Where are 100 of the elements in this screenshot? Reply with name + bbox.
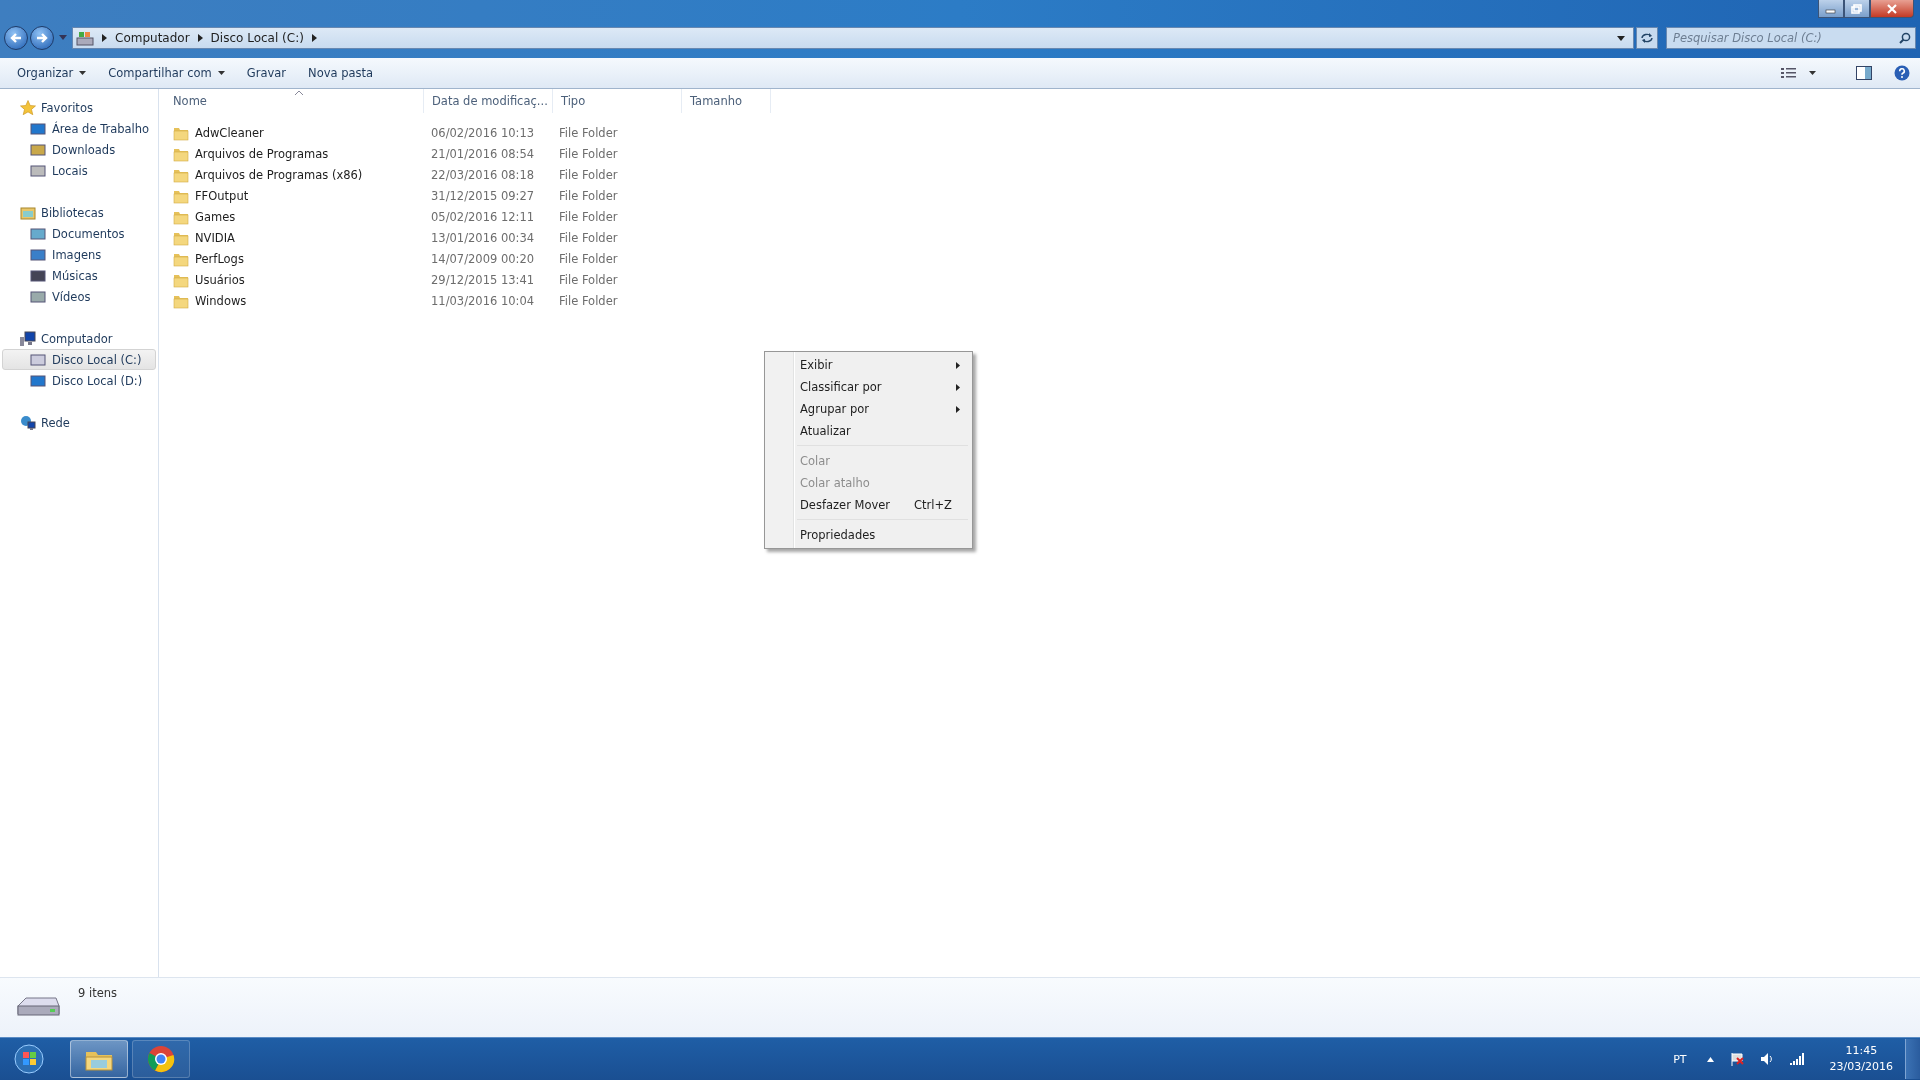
column-header[interactable]: Tipo: [553, 89, 682, 113]
signal-bars-icon[interactable]: [1789, 1053, 1804, 1065]
sidebar-group[interactable]: Bibliotecas: [0, 202, 158, 223]
toolbar-button[interactable]: Organizar: [8, 62, 96, 84]
language-indicator[interactable]: PT: [1673, 1052, 1687, 1066]
table-cell-text: File Folder: [558, 272, 619, 287]
help-icon[interactable]: [1894, 65, 1910, 81]
menu-item[interactable]: Agrupar por: [767, 398, 970, 420]
table-cell-text: 11/03/2016 10:04: [430, 293, 536, 308]
show-desktop-button[interactable]: [1905, 1039, 1920, 1079]
recent-pages-caret-icon[interactable]: [59, 35, 67, 41]
toolbar-button[interactable]: Compartilhar com: [99, 62, 234, 84]
file-name[interactable]: PerfLogs: [195, 251, 244, 266]
column-header[interactable]: Data de modificaç...: [424, 89, 553, 113]
sidebar-group[interactable]: Rede: [0, 412, 158, 433]
table-cell-text: File Folder: [558, 209, 619, 224]
search-icon: [1899, 32, 1911, 44]
maximize-button[interactable]: [1844, 0, 1870, 18]
speaker-icon[interactable]: [1759, 1052, 1774, 1066]
preview-pane-icon[interactable]: [1856, 66, 1872, 80]
search-field[interactable]: Pesquisar Disco Local (C:): [1666, 27, 1916, 49]
browser-icon: [147, 1045, 175, 1073]
breadcrumb-arrow-icon: [197, 34, 203, 42]
submenu-arrow-icon: [956, 405, 960, 413]
clock[interactable]: 11:45 23/03/2016: [1829, 1043, 1893, 1075]
toolbar-button[interactable]: Gravar: [237, 62, 296, 84]
sidebar-group[interactable]: Favoritos: [0, 97, 158, 118]
network-icon: [20, 414, 36, 431]
table-cell-text: 22/03/2016 08:18: [430, 167, 536, 182]
sidebar-item[interactable]: Músicas: [2, 265, 156, 286]
show-hidden-icons-caret-icon[interactable]: [1706, 1056, 1714, 1062]
restore-icon: [1851, 3, 1863, 14]
caret-icon: [79, 71, 87, 75]
table-cell-text: File Folder: [558, 251, 619, 266]
dropdown-caret-icon[interactable]: [1617, 35, 1625, 41]
breadcrumb[interactable]: Disco Local (C:): [210, 31, 304, 45]
sidebar-group-label: Rede: [41, 415, 70, 430]
table-cell-text: File Folder: [558, 167, 619, 182]
sidebar-item[interactable]: Downloads: [2, 139, 156, 160]
submenu-arrow-icon: [956, 361, 960, 369]
sidebar-group-label: Favoritos: [41, 100, 93, 115]
breadcrumb-arrow-icon: [102, 34, 107, 42]
menu-item[interactable]: Atualizar: [767, 420, 970, 442]
library-icon: [20, 204, 36, 221]
forward-button[interactable]: [30, 26, 54, 50]
file-name[interactable]: Arquivos de Programas (x86): [195, 167, 363, 182]
table-cell-text: 05/02/2016 12:11: [430, 209, 536, 224]
table-cell-text: File Folder: [558, 293, 619, 308]
sidebar-item[interactable]: Disco Local (D:): [2, 370, 156, 391]
file-name[interactable]: Usuários: [195, 272, 245, 287]
table-cell-text: 31/12/2015 09:27: [430, 188, 536, 203]
table-cell-text: File Folder: [558, 146, 619, 161]
browser-taskbar-button[interactable]: [132, 1040, 190, 1078]
star-icon: [20, 99, 36, 116]
sidebar-group-label: Bibliotecas: [41, 205, 104, 220]
back-arrow-icon: [9, 31, 23, 45]
close-icon: [1886, 3, 1898, 14]
menu-item[interactable]: Desfazer Mover Ctrl+Z: [767, 494, 970, 516]
computer-icon: [20, 330, 36, 347]
sidebar-item[interactable]: Documentos: [2, 223, 156, 244]
sidebar-group-label: Computador: [41, 331, 113, 346]
view-list-icon[interactable]: [1781, 67, 1797, 79]
back-button[interactable]: [4, 26, 28, 50]
file-name[interactable]: AdwCleaner: [195, 125, 264, 140]
menu-item[interactable]: Exibir: [767, 354, 970, 376]
explorer-taskbar-button[interactable]: [70, 1040, 128, 1078]
caret-icon: [217, 71, 225, 75]
file-name[interactable]: Arquivos de Programas: [195, 146, 329, 161]
caret-icon[interactable]: [1809, 71, 1816, 75]
sidebar-item[interactable]: Área de Trabalho: [2, 118, 156, 139]
sidebar-item[interactable]: Disco Local (C:): [2, 349, 156, 370]
table-cell-text: File Folder: [558, 230, 619, 245]
table-cell-text: 06/02/2016 10:13: [430, 125, 536, 140]
column-header[interactable]: Tamanho: [682, 89, 771, 113]
sidebar-group[interactable]: Computador: [0, 328, 158, 349]
menu-item[interactable]: Classificar por: [767, 376, 970, 398]
sidebar-item[interactable]: Locais: [2, 160, 156, 181]
file-name[interactable]: NVIDIA: [195, 230, 235, 245]
sidebar-item[interactable]: Vídeos: [2, 286, 156, 307]
file-name[interactable]: FFOutput: [195, 188, 249, 203]
toolbar-button[interactable]: Nova pasta: [299, 62, 383, 84]
sidebar-item[interactable]: Imagens: [2, 244, 156, 265]
refresh-icon: [1640, 32, 1654, 44]
file-name[interactable]: Windows: [195, 293, 247, 308]
breadcrumb-arrow-icon: [311, 34, 317, 42]
table-cell-text: File Folder: [558, 125, 619, 140]
table-cell-text: 29/12/2015 13:41: [430, 272, 536, 287]
breadcrumb[interactable]: Computador: [115, 31, 190, 45]
flag-icon[interactable]: [1729, 1052, 1744, 1066]
table-cell-text: 14/07/2009 00:20: [430, 251, 536, 266]
address-bar[interactable]: Computador Disco Local (C:): [72, 27, 1634, 49]
submenu-arrow-icon: [956, 383, 960, 391]
refresh-button[interactable]: [1636, 27, 1658, 49]
column-header[interactable]: Nome: [165, 89, 424, 113]
minimize-button[interactable]: [1818, 0, 1844, 18]
forward-arrow-icon: [35, 31, 49, 45]
item-count: 9 itens: [78, 986, 118, 1000]
close-button[interactable]: [1870, 0, 1914, 18]
table-cell-text: File Folder: [558, 188, 619, 203]
file-name[interactable]: Games: [195, 209, 236, 224]
